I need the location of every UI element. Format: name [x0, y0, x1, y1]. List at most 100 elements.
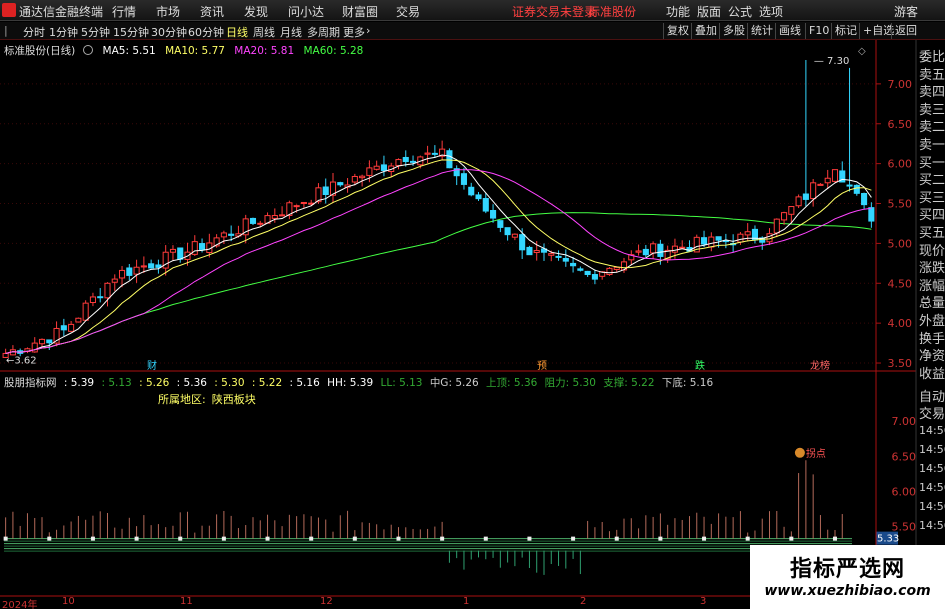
indicator-dot [221, 536, 226, 541]
indicator-hh: HH: 5.39 [327, 377, 374, 389]
candle-body [9, 349, 16, 356]
menu-market[interactable]: 行情 [112, 3, 136, 20]
tab-daily[interactable]: 日线 [226, 24, 248, 40]
menu-function[interactable]: 功能 [666, 3, 690, 20]
indicator-dot [614, 536, 619, 541]
candle-body [271, 215, 278, 219]
candle-body [431, 152, 438, 155]
menu-news[interactable]: 资讯 [200, 3, 224, 20]
indicator-dot [352, 536, 357, 541]
price-label: 4.50 [888, 277, 913, 290]
menu-wealth[interactable]: 财富圈 [342, 3, 378, 20]
indicator-v3: : 5.26 [139, 377, 170, 389]
back-button[interactable]: 返回 [891, 23, 920, 39]
multi-stock-button[interactable]: 多股 [719, 23, 748, 39]
tab-monthly[interactable]: 月线 [280, 24, 302, 40]
candle-body [111, 278, 118, 283]
adjust-button[interactable]: 复权 [663, 23, 692, 39]
tab-multi-period[interactable]: 多周期 [307, 24, 340, 40]
candle-body [810, 182, 817, 200]
time-label: 14:56 [919, 462, 945, 475]
candle-body [679, 246, 686, 249]
indicator-axis-label: 7.00 [892, 415, 917, 428]
trade-panel: 自动 交易 [917, 384, 945, 424]
price-label: 5.50 [888, 198, 913, 211]
candle-body [722, 240, 729, 243]
tab-1min[interactable]: 1分钟 [49, 24, 78, 40]
draw-line-button[interactable]: 画线 [775, 23, 804, 39]
user-label[interactable]: 游客 [894, 3, 918, 20]
candle-body [868, 207, 875, 222]
candle-body [220, 232, 227, 238]
tab-5min[interactable]: 5分钟 [81, 24, 110, 40]
candle-body [402, 156, 409, 163]
candle-body [315, 187, 322, 203]
candle-body [642, 248, 649, 256]
tab-more[interactable]: 更多 [343, 24, 365, 40]
indicator-dot [483, 536, 488, 541]
quote-field: 买二 [919, 173, 945, 189]
candle-body [817, 183, 824, 186]
date-tick: 2024年 [2, 600, 38, 609]
candle-body [169, 248, 177, 253]
indicator-dot [527, 536, 532, 541]
tab-15min[interactable]: 15分钟 [113, 24, 149, 40]
mark-button[interactable]: 标记 [831, 23, 860, 39]
stock-name: 标准股份 [588, 5, 637, 19]
candle-body [213, 237, 220, 247]
ma60-line [5, 212, 872, 354]
indicator-dot [265, 536, 270, 541]
candle-body [555, 255, 562, 258]
candle-body [737, 233, 744, 243]
quote-field: 涨幅 [919, 278, 945, 294]
stats-button[interactable]: 统计 [747, 23, 776, 39]
indicator-dot [178, 536, 183, 541]
indicator-top: 上顶: 5.36 [486, 377, 538, 389]
menu-options[interactable]: 选项 [759, 3, 783, 20]
candle-body [730, 242, 737, 246]
menu-layout[interactable]: 版面 [697, 3, 721, 20]
menu-discover[interactable]: 发现 [244, 3, 268, 20]
candle-body [671, 245, 678, 253]
candle-body [657, 243, 664, 257]
date-tick: 3 [700, 596, 707, 607]
overlay-button[interactable]: 叠加 [691, 23, 720, 39]
candle-body [395, 159, 402, 167]
chevron-right-icon[interactable]: › [366, 24, 370, 37]
candle-body [264, 215, 271, 224]
menu-ask[interactable]: 问小达 [288, 3, 324, 20]
date-tick: 2 [580, 596, 587, 607]
tab-weekly[interactable]: 周线 [253, 24, 275, 40]
candle-body [148, 263, 155, 269]
candle-body [802, 193, 809, 200]
low-price-label: ←3.62 [6, 355, 37, 366]
candle-body [562, 257, 569, 262]
candle-body [351, 176, 358, 183]
trade-label[interactable]: 交易 [919, 403, 945, 422]
price-chart[interactable]: 7.00 6.50 6.00 5.50 5.00 14:56 14:56 14:56 14:56… [0, 0, 945, 609]
menu-formula[interactable]: 公式 [728, 3, 752, 20]
tab-60min[interactable]: 60分钟 [188, 24, 224, 40]
settings-circle-icon[interactable] [83, 45, 94, 55]
f10-button[interactable]: F10 [805, 23, 832, 39]
tab-30min[interactable]: 30分钟 [151, 24, 187, 40]
candle-body [686, 247, 693, 252]
current-value: 5.33 [877, 534, 899, 545]
menu-trade[interactable]: 交易 [396, 3, 420, 20]
menu-exchange[interactable]: 市场 [156, 3, 180, 20]
event-marker: 预 [537, 360, 547, 372]
indicator-dot [90, 536, 95, 541]
candle-body [409, 160, 417, 163]
time-label: 14:56 [919, 500, 945, 513]
menu-bar: 通达信金融终端 行情 市场 资讯 发现 问小达 财富圈 交易 证券交易未登录 标… [0, 0, 945, 21]
price-label: 6.00 [888, 158, 913, 171]
indicator-mid: 中G: 5.26 [429, 377, 479, 389]
login-notice[interactable]: 证券交易未登录 [512, 3, 596, 20]
indicator-dot [789, 536, 794, 541]
ma5-label: MA5: 5.51 [102, 45, 156, 57]
candle-body [548, 253, 555, 256]
candle-body [322, 186, 329, 196]
tab-intraday[interactable]: 分时 [23, 24, 45, 40]
indicator-dot [3, 536, 8, 541]
candle-body [228, 233, 235, 236]
